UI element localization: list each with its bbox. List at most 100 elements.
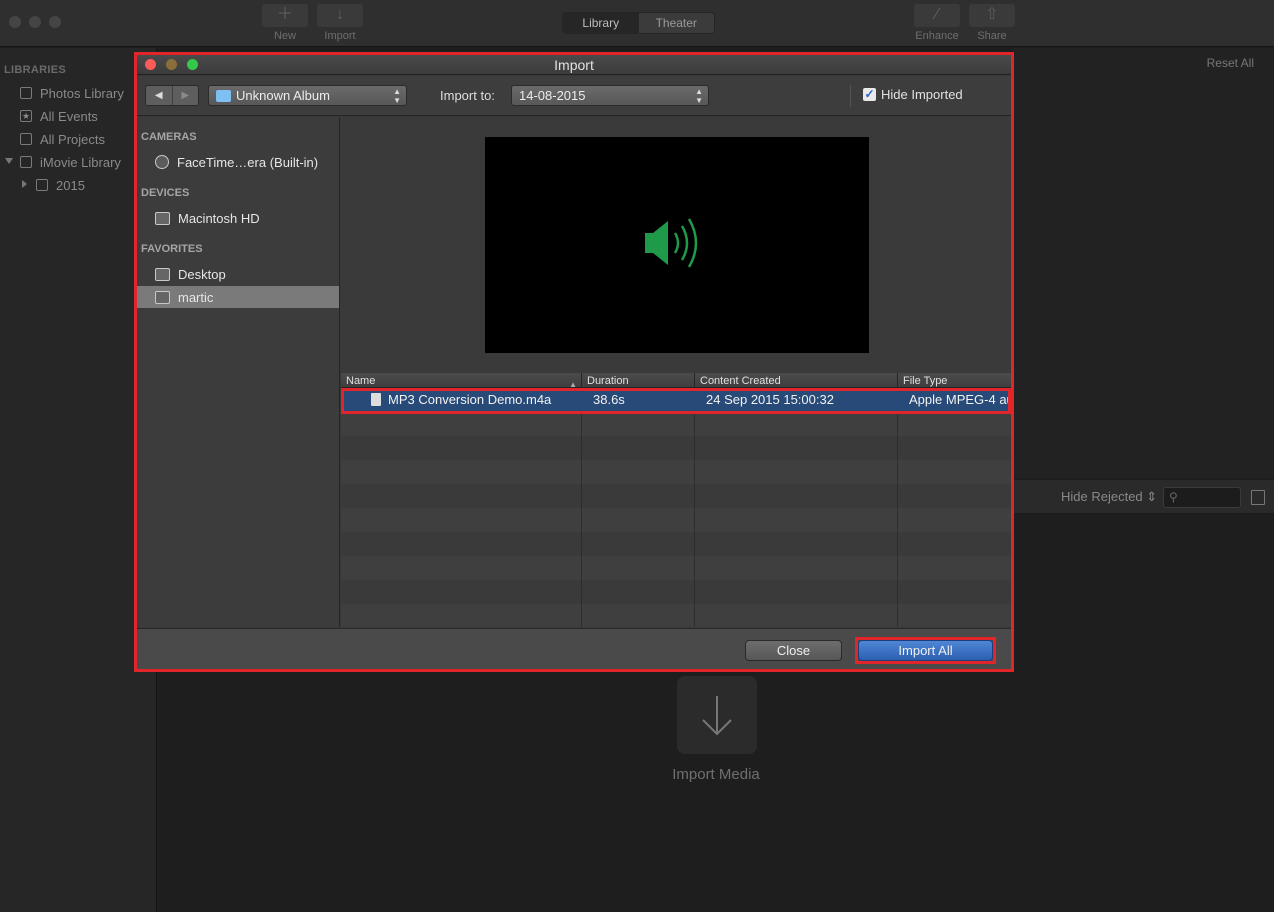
sidebar-item-label: All Projects — [40, 131, 106, 147]
photos-icon — [20, 87, 32, 99]
sidebar-item-label: All Events — [40, 108, 98, 124]
camera-icon — [155, 155, 169, 169]
sort-ascending-icon: ▲ — [569, 380, 577, 388]
dialog-titlebar: Import — [137, 55, 1011, 75]
source-facetime-camera[interactable]: FaceTime…era (Built-in) — [137, 151, 339, 173]
magic-wand-icon: ⁄ — [914, 4, 960, 27]
column-header-duration[interactable]: Duration — [582, 373, 695, 388]
album-popup-value: Unknown Album — [236, 88, 330, 103]
plus-icon: ＋ — [262, 4, 308, 27]
table-row — [341, 460, 1011, 484]
share-icon: ⇧ — [969, 4, 1015, 27]
import-media-button[interactable] — [677, 676, 757, 754]
import-arrow-icon: ↓ — [317, 4, 363, 27]
close-button[interactable]: Close — [745, 640, 842, 661]
forward-button[interactable]: ▶ — [171, 86, 199, 105]
view-segmented-control: Library Theater — [562, 12, 715, 34]
sidebar-item-all-projects[interactable]: All Projects — [20, 129, 105, 149]
table-row — [341, 604, 1011, 627]
disclosure-closed-icon[interactable] — [22, 180, 27, 188]
sidebar-item-2015[interactable]: 2015 — [36, 175, 85, 195]
reset-all-button[interactable]: Reset All — [1207, 56, 1254, 70]
hide-imported-checkbox[interactable]: ✓ Hide Imported — [863, 87, 963, 102]
popup-arrows-icon: ▲ ▼ — [393, 87, 401, 105]
source-label: Desktop — [178, 266, 226, 282]
import-to-value: 14-08-2015 — [519, 88, 586, 103]
table-row — [341, 532, 1011, 556]
minimize-window-button[interactable] — [29, 16, 41, 28]
dialog-toolbar: ◀ ▶ Unknown Album ▲ ▼ Import to: 14-08-20… — [137, 76, 1011, 116]
filmstrip-icon[interactable] — [1251, 490, 1265, 505]
new-button[interactable]: ＋ New — [262, 4, 308, 42]
table-row — [341, 580, 1011, 604]
back-button[interactable]: ◀ — [146, 86, 172, 105]
table-row — [341, 436, 1011, 460]
import-to-popup[interactable]: 14-08-2015 ▲ ▼ — [511, 85, 709, 106]
file-name: MP3 Conversion Demo.m4a — [388, 392, 552, 407]
hide-rejected-popup[interactable]: Hide Rejected ⇕ — [1061, 489, 1157, 505]
column-header-file-type[interactable]: File Type — [898, 373, 1011, 388]
hard-drive-icon — [155, 211, 170, 225]
favorites-heading: FAVORITES — [141, 243, 203, 255]
sidebar-item-label: 2015 — [56, 177, 85, 193]
enhance-button[interactable]: ⁄ Enhance — [914, 4, 960, 42]
column-divider — [581, 388, 582, 627]
sidebar-item-imovie-library[interactable]: iMovie Library — [20, 152, 121, 172]
share-label: Share — [977, 30, 1007, 42]
table-row — [341, 556, 1011, 580]
table-row — [341, 484, 1011, 508]
checkmark-icon: ✓ — [863, 87, 876, 101]
table-header: Name ▲ Duration Content Created File Typ… — [341, 373, 1011, 388]
preview-area — [341, 117, 1011, 373]
import-label: Import — [324, 30, 356, 42]
star-icon: ★ — [20, 110, 32, 122]
column-header-content-created[interactable]: Content Created — [695, 373, 898, 388]
hide-imported-label: Hide Imported — [881, 87, 963, 102]
dialog-title: Import — [554, 57, 594, 73]
media-preview — [485, 137, 869, 353]
column-header-name[interactable]: Name ▲ — [341, 373, 582, 388]
search-icon: ⚲ — [1169, 490, 1178, 504]
source-label: FaceTime…era (Built-in) — [177, 154, 319, 170]
import-all-button[interactable]: Import All — [858, 640, 993, 661]
import-button[interactable]: ↓ Import — [317, 4, 363, 42]
cell-file-type: Apple MPEG-4 au — [909, 392, 1011, 407]
close-window-button[interactable] — [9, 16, 21, 28]
viewer-area — [1013, 48, 1274, 478]
sidebar-item-all-events[interactable]: ★ All Events — [20, 106, 98, 126]
zoom-window-button[interactable] — [49, 16, 61, 28]
share-button[interactable]: ⇧ Share — [969, 4, 1015, 42]
desktop-icon — [155, 267, 170, 281]
cameras-heading: CAMERAS — [141, 131, 197, 143]
devices-heading: DEVICES — [141, 187, 190, 199]
navigation-buttons: ◀ ▶ — [145, 85, 199, 106]
cell-name: MP3 Conversion Demo.m4a — [371, 388, 576, 412]
album-popup[interactable]: Unknown Album ▲ ▼ — [208, 85, 407, 106]
search-input[interactable]: ⚲ — [1163, 487, 1241, 508]
source-label: Macintosh HD — [178, 210, 260, 226]
source-desktop[interactable]: Desktop — [137, 263, 339, 285]
dialog-footer: Close Import All — [137, 628, 1011, 669]
source-macintosh-hd[interactable]: Macintosh HD — [137, 207, 339, 229]
home-icon — [155, 290, 170, 304]
audio-file-icon — [371, 393, 381, 406]
sidebar-item-label: iMovie Library — [40, 154, 121, 170]
column-header-label: Name — [346, 375, 376, 387]
import-to-label: Import to: — [440, 88, 495, 103]
import-sources-sidebar: CAMERAS FaceTime…era (Built-in) DEVICES … — [137, 117, 340, 627]
tab-theater[interactable]: Theater — [639, 13, 715, 33]
table-row-selected[interactable]: MP3 Conversion Demo.m4a 38.6s 24 Sep 201… — [341, 388, 1011, 412]
column-divider — [897, 388, 898, 627]
source-martic[interactable]: martic — [137, 286, 339, 308]
new-label: New — [273, 30, 296, 42]
speaker-icon — [645, 218, 698, 268]
disclosure-open-icon[interactable] — [5, 158, 13, 164]
column-divider — [694, 388, 695, 627]
main-toolbar: ＋ New ↓ Import Library Theater ⁄ Enhance… — [0, 0, 1274, 47]
sidebar-item-photos-library[interactable]: Photos Library — [20, 83, 124, 103]
sidebar-item-label: Photos Library — [40, 85, 124, 101]
tab-library[interactable]: Library — [563, 13, 639, 33]
projects-icon — [20, 133, 32, 145]
folder-icon — [216, 90, 231, 102]
enhance-label: Enhance — [915, 30, 959, 42]
